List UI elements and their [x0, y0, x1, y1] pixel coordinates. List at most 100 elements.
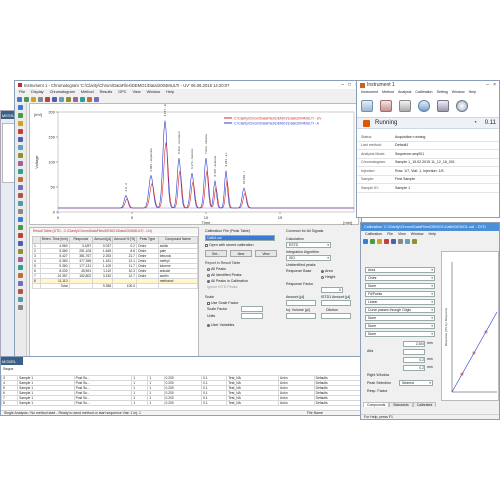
menu-help[interactable]: Help [469, 90, 476, 94]
new-button[interactable]: New [230, 250, 252, 257]
tool-icon[interactable] [18, 185, 23, 190]
calibration-select[interactable]: Ordnr [365, 275, 435, 281]
menu-file[interactable]: File [387, 232, 393, 236]
area-radio[interactable]: Area [321, 269, 333, 273]
tool-icon[interactable] [18, 105, 23, 110]
tool-icon[interactable] [18, 193, 23, 198]
menu-setting[interactable]: Setting [437, 90, 448, 94]
integration-algorithm-select[interactable]: ISO [286, 255, 331, 261]
istd-amount-input[interactable] [321, 300, 351, 306]
menu-help[interactable]: Help [166, 90, 174, 94]
tool-icon[interactable] [405, 238, 410, 244]
tool-icon[interactable] [18, 113, 23, 118]
chromatogram-chart[interactable]: 2001501005000 5 10 15[mV]VoltageTime [min]C:… [30, 97, 360, 226]
calibration-icon[interactable] [437, 100, 449, 112]
export-icon[interactable] [87, 96, 92, 102]
peak-selection-select[interactable]: Nearest [399, 380, 433, 386]
set-button[interactable]: Set... [205, 250, 227, 257]
settings-icon[interactable] [94, 96, 99, 102]
retention-time-input[interactable]: 2.300 [403, 341, 425, 347]
calculation-select[interactable]: ESTD [286, 242, 331, 248]
calibration-select[interactable]: Linear [365, 299, 435, 305]
open-with-stored-checkbox[interactable]: Open with stored calibration [205, 243, 254, 247]
all-peaks-radio[interactable]: All Peaks [207, 267, 226, 271]
method-icon[interactable] [418, 100, 430, 112]
result-header[interactable]: Amount % [%] [112, 236, 138, 244]
table-row[interactable]: Total 9.356 100.0 [32, 283, 199, 289]
tool-icon[interactable] [18, 153, 23, 158]
tool-icon[interactable] [363, 238, 368, 244]
tab-standards[interactable]: Standards [389, 402, 413, 407]
menu-view[interactable]: View [132, 90, 140, 94]
alfa-input[interactable] [403, 349, 425, 355]
tool-icon[interactable] [18, 281, 23, 286]
menu-calibration[interactable]: Calibration [365, 232, 382, 236]
tool-icon[interactable] [18, 265, 23, 270]
units-input[interactable] [241, 313, 263, 319]
calibration-select[interactable]: Curve passes through Origin [365, 307, 435, 313]
menu-window[interactable]: Window [452, 90, 465, 94]
tool-icon[interactable] [18, 169, 23, 174]
result-header[interactable]: Compound Name [157, 236, 199, 244]
tool-icon[interactable] [18, 145, 23, 150]
calibration-curve-chart[interactable]: Response [mV.s] / Response [442, 252, 500, 402]
menu-gpc[interactable]: GPC [118, 90, 126, 94]
menu-window[interactable]: Window [411, 232, 424, 236]
calibration-select[interactable]: None [365, 315, 435, 321]
tool-icon[interactable] [391, 238, 396, 244]
tool-icon[interactable] [384, 238, 389, 244]
tool-icon[interactable] [18, 137, 23, 142]
menu-method[interactable]: Method [81, 90, 94, 94]
tool-icon[interactable] [18, 305, 23, 310]
tool-icon[interactable] [18, 121, 23, 126]
right-window-input[interactable]: 0.2 [403, 365, 425, 371]
integration-icon[interactable] [45, 96, 50, 102]
overlay-icon[interactable] [73, 96, 78, 102]
maximize-icon[interactable]: □ [348, 82, 351, 88]
result-header[interactable]: Response [68, 236, 94, 244]
tab-calibrated[interactable]: Calibrated [412, 402, 437, 407]
result-header[interactable] [32, 236, 41, 244]
tool-icon[interactable] [18, 233, 23, 238]
sequence-icon[interactable] [380, 100, 392, 112]
minimize-icon[interactable]: – [341, 82, 344, 88]
tool-icon[interactable] [18, 177, 23, 182]
calibration-peaks-radio[interactable]: All Peaks in Calibration [207, 279, 248, 283]
calibration-select[interactable]: None [365, 323, 435, 329]
tool-icon[interactable] [18, 225, 23, 230]
menu-view[interactable]: View [398, 232, 406, 236]
response-factor-input[interactable]: 0 [321, 287, 343, 293]
device-monitor-icon[interactable] [456, 100, 468, 112]
tool-icon[interactable] [18, 201, 23, 206]
close-icon[interactable]: × [493, 82, 496, 88]
user-variables-button[interactable]: User Variables [207, 323, 234, 327]
chromatogram-icon[interactable] [399, 100, 411, 112]
tool-icon[interactable] [18, 249, 23, 254]
tool-icon[interactable] [18, 241, 23, 246]
tool-icon[interactable] [18, 297, 23, 302]
amount-input[interactable] [286, 300, 316, 306]
calibration-select[interactable]: Area [365, 267, 435, 273]
left-window-input[interactable]: 0.2 [403, 357, 425, 363]
table-row[interactable]: 8 Sample 1 Post Su... 1 1 0.200 0.1 Test_NA Unkn… [1, 400, 363, 406]
menu-analysis[interactable]: Analysis [398, 90, 411, 94]
result-header[interactable]: Reten. Time [min] [39, 236, 70, 244]
tool-icon[interactable] [18, 273, 23, 278]
peak-icon[interactable] [59, 96, 64, 102]
baseline-icon[interactable] [52, 96, 57, 102]
menu-results[interactable]: Results [100, 90, 113, 94]
single-analysis-icon[interactable] [361, 100, 373, 112]
tool-icon[interactable] [18, 257, 23, 262]
menu-instrument[interactable]: Instrument [361, 90, 378, 94]
menu-window[interactable]: Window [147, 90, 161, 94]
open-icon[interactable] [17, 96, 22, 102]
menu-display[interactable]: Display [31, 90, 43, 94]
tool-icon[interactable] [18, 129, 23, 134]
tool-icon[interactable] [18, 217, 23, 222]
calibration-select[interactable]: Fit/Points [365, 291, 435, 297]
dilution-input[interactable] [321, 313, 351, 319]
view-button[interactable]: View [255, 250, 277, 257]
calibration-icon[interactable] [66, 96, 71, 102]
tool-icon[interactable] [370, 238, 375, 244]
print-icon[interactable] [31, 96, 36, 102]
